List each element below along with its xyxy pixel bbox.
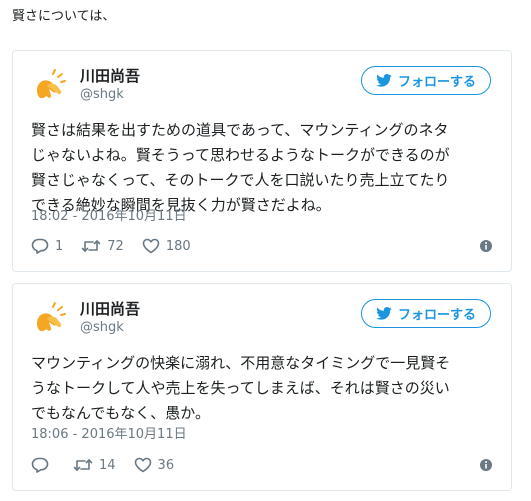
tweet-text: マウンティングの快楽に溺れ、不用意なタイミングで一見賢そ うなトークして人や売上… <box>31 354 451 422</box>
avatar-icon[interactable] <box>31 301 67 337</box>
retweet-icon <box>73 459 93 471</box>
heart-icon <box>134 457 151 473</box>
like-button[interactable]: 36 <box>134 457 175 473</box>
retweet-count: 14 <box>99 457 116 473</box>
reply-icon <box>31 457 49 473</box>
retweet-icon <box>81 240 101 252</box>
intro-text: 賢さについては、 <box>12 9 116 24</box>
author-name[interactable]: 川田尚吾 <box>80 66 140 86</box>
tweet-text: 賢さは結果を出すための道具であって、マウンティングのネタ じゃないよね。賢そうっ… <box>31 121 450 214</box>
info-icon[interactable] <box>479 239 493 253</box>
reply-count: 1 <box>55 238 64 254</box>
twitter-bird-icon <box>376 74 392 87</box>
info-icon[interactable] <box>479 458 493 472</box>
tweet-actions: 1 72 180 <box>31 234 493 258</box>
follow-button-label: フォローする <box>397 75 476 90</box>
avatar-icon[interactable] <box>31 68 67 104</box>
follow-button-label: フォローする <box>397 308 476 323</box>
embedded-tweet: 川田尚吾 @shgk フォローする マウンティングの快楽に溺れ、不用意なタイミン… <box>12 283 512 491</box>
author-handle[interactable]: @shgk <box>80 86 124 104</box>
tweet-timestamp[interactable]: 18:02 - 2016年10月11日 <box>31 208 187 226</box>
retweet-button[interactable]: 14 <box>73 458 116 473</box>
embedded-tweet: 川田尚吾 @shgk フォローする 賢さは結果を出すための道具であって、マウンテ… <box>12 50 512 272</box>
retweet-button[interactable]: 72 <box>81 239 124 254</box>
author-name[interactable]: 川田尚吾 <box>80 299 140 319</box>
tweet-actions: 14 36 <box>31 453 493 477</box>
like-count: 180 <box>165 238 191 254</box>
reply-icon <box>31 238 49 254</box>
retweet-count: 72 <box>107 238 124 254</box>
follow-button[interactable]: フォローする <box>361 299 491 328</box>
reply-button[interactable]: 1 <box>31 238 63 254</box>
twitter-bird-icon <box>376 307 392 320</box>
follow-button[interactable]: フォローする <box>361 66 491 95</box>
reply-button[interactable] <box>31 457 55 473</box>
like-button[interactable]: 180 <box>142 238 191 254</box>
heart-icon <box>142 238 160 254</box>
like-count: 36 <box>157 457 175 473</box>
author-handle[interactable]: @shgk <box>80 319 124 337</box>
tweet-timestamp[interactable]: 18:06 - 2016年10月11日 <box>31 426 187 444</box>
